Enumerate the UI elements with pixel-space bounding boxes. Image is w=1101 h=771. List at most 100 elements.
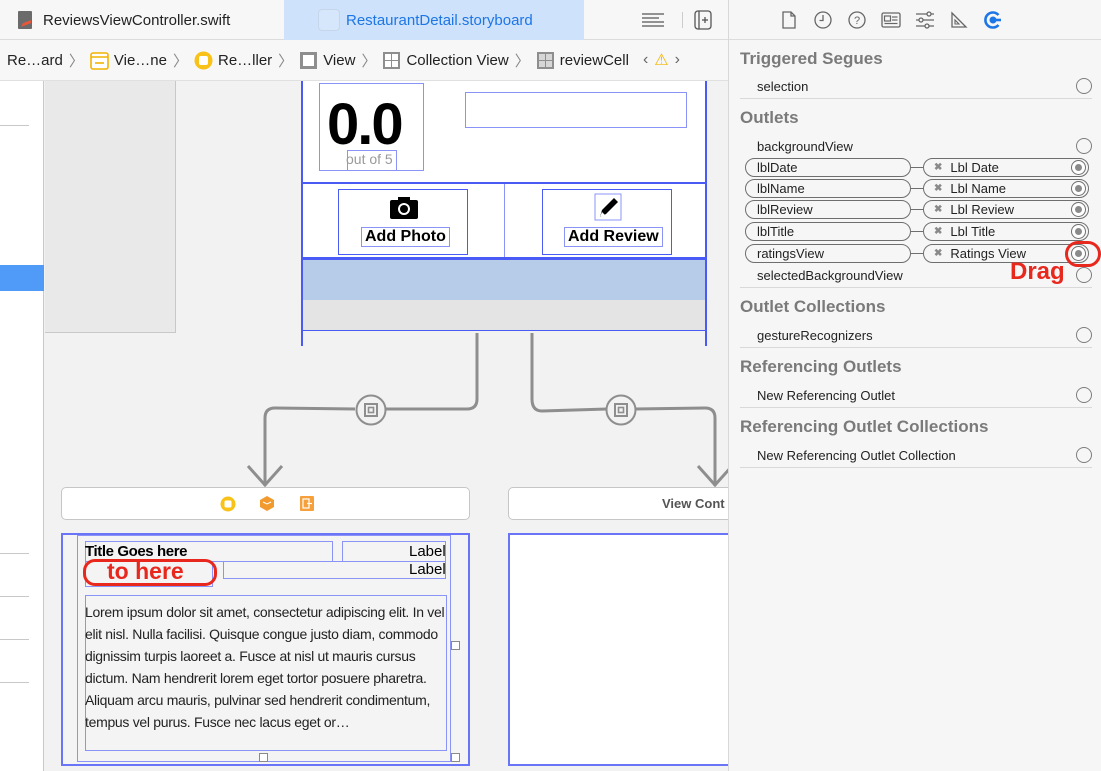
toolbar-divider [682, 12, 683, 28]
segue-path-right [530, 333, 608, 413]
resize-handle[interactable] [451, 753, 460, 762]
connection-well[interactable] [1076, 78, 1092, 94]
previous-issue-button[interactable]: ‹ [643, 51, 648, 69]
outline-divider [0, 639, 29, 640]
second-scene-dock[interactable]: View Cont [508, 487, 728, 520]
editor-options-button[interactable] [640, 10, 666, 30]
connected-object-pill[interactable]: ✖ Lbl Name [923, 179, 1089, 198]
inspector-tab-bar: ? [729, 0, 1101, 40]
view-icon [300, 51, 318, 69]
tab-restaurant-detail-storyboard[interactable]: RestaurantDetail.storyboard [284, 0, 584, 40]
disconnect-icon[interactable]: ✖ [934, 204, 942, 215]
collection-view-icon [383, 51, 401, 69]
tab-quick-help[interactable]: ? [841, 8, 873, 32]
breadcrumb-item-scene[interactable]: Vie…ne [90, 51, 167, 70]
breadcrumb-item-view[interactable]: View [299, 51, 355, 70]
connected-object-pill[interactable]: ✖ Lbl Date [923, 158, 1089, 177]
connected-well[interactable] [1071, 224, 1086, 239]
outlet-name-pill: lblReview [745, 200, 911, 219]
document-icon [782, 10, 796, 29]
segue-row-selection: selection [740, 75, 1092, 97]
breadcrumb-label: Re…ller [217, 51, 273, 69]
name-label[interactable]: Label [409, 561, 446, 578]
lines-icon [642, 13, 664, 27]
second-scene-title: View Cont [662, 496, 725, 511]
outlet-row-lbltitle: lblTitle ✖ Lbl Title [729, 221, 1101, 242]
segue-path-left [381, 333, 479, 411]
outline-divider [0, 682, 29, 683]
section-title-outlet-collections: Outlet Collections [740, 297, 886, 316]
section-title-triggered-segues: Triggered Segues [740, 49, 883, 68]
connected-well[interactable] [1071, 181, 1086, 196]
exit-icon[interactable] [299, 495, 315, 512]
breadcrumb-label: View [323, 51, 356, 69]
connected-object-pill[interactable]: ✖ Lbl Review [923, 200, 1089, 219]
connected-object-pill[interactable]: ✖ Lbl Title [923, 222, 1089, 241]
outlet-row-lbldate: lblDate ✖ Lbl Date [729, 157, 1101, 178]
tab-history-inspector[interactable] [807, 8, 839, 32]
add-editor-icon [694, 10, 712, 30]
second-scene-view[interactable] [508, 533, 728, 766]
resize-handle[interactable] [259, 753, 268, 762]
breadcrumb-item-storyboard[interactable]: Re…ard [7, 52, 63, 69]
connected-well[interactable] [1071, 202, 1086, 217]
segue-icon [605, 394, 637, 426]
breadcrumb-label: reviewCell [559, 51, 629, 69]
tab-reviews-view-controller[interactable]: ReviewsViewController.swift [0, 0, 284, 40]
connection-line [911, 188, 923, 189]
connection-line [911, 209, 923, 210]
new-referencing-outlet-collection-row: New Referencing Outlet Collection [740, 444, 1092, 466]
disconnect-icon[interactable]: ✖ [934, 248, 942, 259]
chevron-right-icon: 〉 [514, 52, 530, 70]
scene-icon [90, 51, 109, 70]
tab-label: RestaurantDetail.storyboard [346, 11, 533, 29]
ruler-icon [951, 10, 968, 28]
breadcrumb-item-review-cell[interactable]: reviewCell [536, 51, 629, 70]
breadcrumb-item-view-controller[interactable]: Re…ller [194, 51, 272, 70]
disconnect-icon[interactable]: ✖ [934, 226, 942, 237]
breadcrumb-item-collection-view[interactable]: Collection View [382, 51, 509, 70]
view-controller-icon[interactable] [220, 496, 236, 512]
outlet-collection-row-gesturerecognizers: gestureRecognizers [740, 324, 1092, 346]
connection-well[interactable] [1076, 267, 1092, 283]
tab-connections-inspector[interactable] [977, 8, 1009, 32]
connection-line [911, 167, 923, 168]
date-label[interactable]: Label [409, 543, 446, 560]
add-editor-button[interactable] [692, 10, 714, 30]
reviews-scene-dock[interactable] [61, 487, 470, 520]
storyboard-canvas[interactable]: 0.0 out of 5 Add Photo Add Review Title … [45, 81, 728, 771]
outlet-name-pill: lblTitle [745, 222, 911, 241]
outline-selected-row[interactable] [0, 265, 44, 291]
breadcrumb-label: Vie…ne [113, 51, 167, 69]
segue-badge-left[interactable] [355, 394, 387, 426]
tab-identity-inspector[interactable] [875, 8, 907, 32]
tab-attributes-inspector[interactable] [909, 8, 941, 32]
section-divider [740, 467, 1092, 468]
connection-well[interactable] [1076, 138, 1092, 154]
resize-handle[interactable] [451, 641, 460, 650]
row-label: selection [757, 78, 809, 94]
outlet-row-lblname: lblName ✖ Lbl Name [729, 178, 1101, 199]
connections-icon [984, 10, 1001, 29]
tab-size-inspector[interactable] [943, 8, 975, 32]
warning-icon[interactable]: ⚠ [654, 50, 668, 70]
tab-file-inspector[interactable] [773, 8, 805, 32]
section-title-outlets: Outlets [740, 108, 799, 127]
question-icon: ? [848, 10, 866, 29]
outlet-row-lblreview: lblReview ✖ Lbl Review [729, 199, 1101, 220]
swift-file-icon [18, 11, 32, 29]
disconnect-icon[interactable]: ✖ [934, 162, 942, 173]
connected-well[interactable] [1071, 160, 1086, 175]
disconnect-icon[interactable]: ✖ [934, 183, 942, 194]
annotation-target-text: to here [107, 558, 184, 584]
connection-well[interactable] [1076, 387, 1092, 403]
arrow-head-icon [696, 464, 728, 488]
review-body-label[interactable]: Lorem ipsum dolor sit amet, consectetur … [85, 601, 453, 733]
next-issue-button[interactable]: › [675, 51, 680, 69]
connection-well[interactable] [1076, 327, 1092, 343]
first-responder-icon[interactable] [259, 495, 275, 512]
connection-well[interactable] [1076, 447, 1092, 463]
segue-badge-right[interactable] [605, 394, 637, 426]
view-controller-icon [194, 51, 213, 69]
outlet-name-pill: ratingsView [745, 244, 911, 263]
